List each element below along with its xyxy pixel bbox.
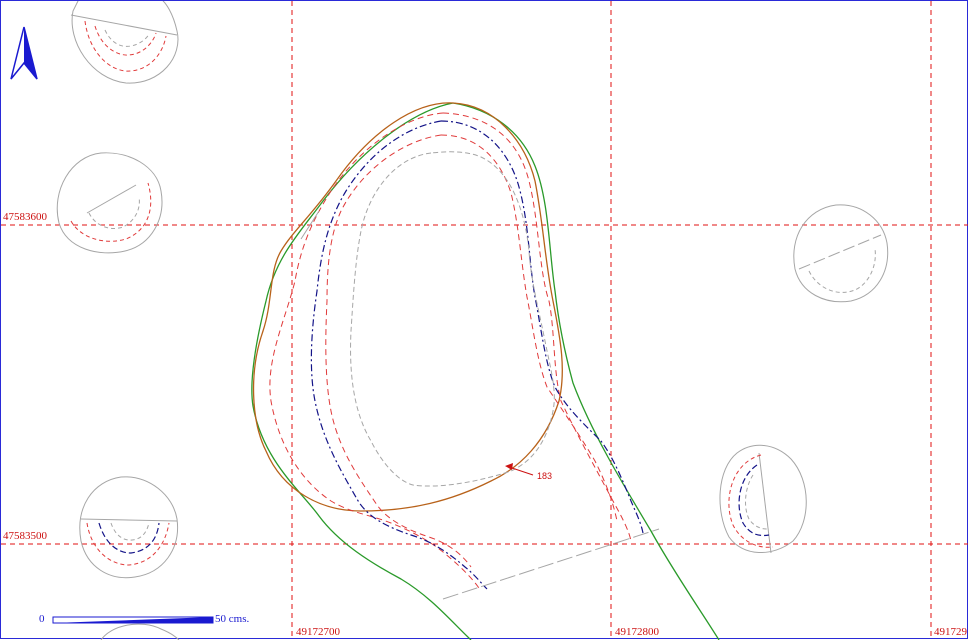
grid-label-x-3: 491729	[934, 626, 968, 638]
grid-label-x-1: 49172700	[296, 626, 341, 638]
section-line	[442, 528, 660, 600]
map-frame: 47583600 47583500 49172700 49172800 4917…	[0, 0, 968, 640]
grid-label-x-2: 49172800	[615, 626, 660, 638]
contour-blue-dashed	[310, 120, 488, 590]
posthole-bottom-right[interactable]	[719, 444, 807, 554]
contour-gray-dashed-base	[350, 151, 555, 487]
posthole-bottom-left[interactable]	[79, 476, 179, 579]
scale-bar: 0 50 cms.	[39, 613, 249, 625]
contour-red-dashed-inner-right	[440, 134, 618, 522]
feature-label: 183	[537, 471, 552, 481]
posthole-right[interactable]	[793, 204, 889, 303]
feature-label-group[interactable]: 183	[505, 463, 552, 481]
pit-feature-183[interactable]	[251, 102, 720, 640]
posthole-mid-left[interactable]	[56, 152, 163, 254]
north-arrow-icon	[10, 26, 38, 80]
pit-cut-brown	[252, 102, 563, 512]
contour-outer-green-right	[452, 102, 720, 640]
scale-bar-start-label: 0	[39, 613, 45, 625]
leader-arrow-icon	[505, 463, 513, 470]
scale-bar-end-label: 50 cms.	[215, 613, 249, 625]
grid-label-y-2: 47583500	[3, 530, 48, 542]
contour-red-dashed-inner	[325, 134, 472, 568]
contour-outer-green	[251, 102, 472, 640]
map-canvas[interactable]: 47583600 47583500 49172700 49172800 4917…	[1, 1, 968, 640]
grid-label-y-1: 47583600	[3, 211, 48, 223]
leader-line	[508, 466, 534, 476]
grid-lines	[1, 1, 968, 640]
posthole-bottom-edge	[100, 623, 180, 640]
posthole-top-left[interactable]	[70, 1, 179, 84]
